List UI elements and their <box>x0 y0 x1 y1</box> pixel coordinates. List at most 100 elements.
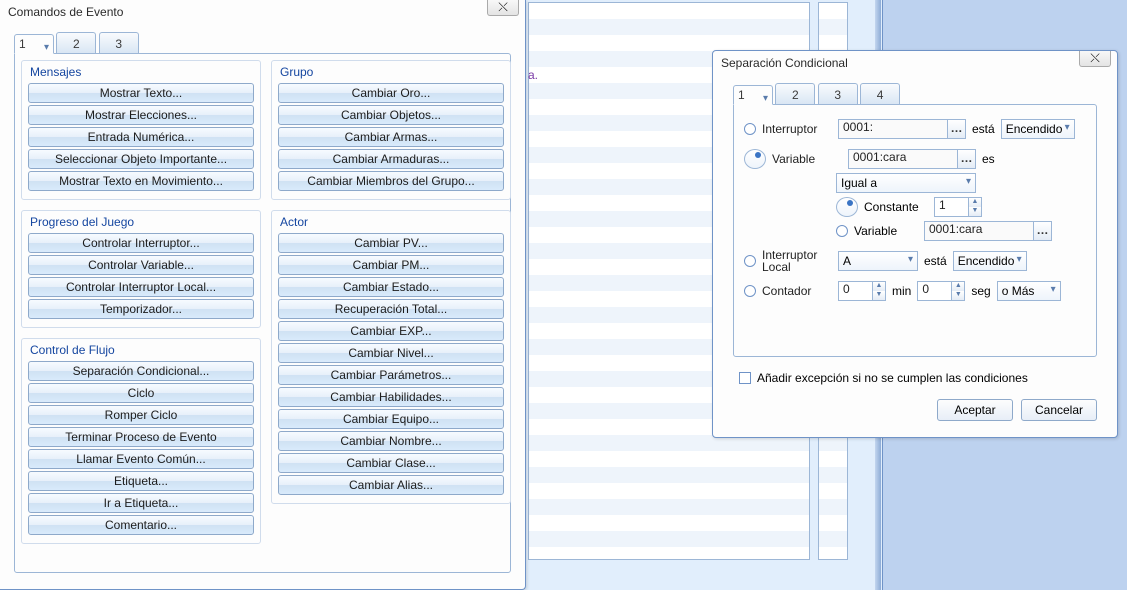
chevron-down-icon[interactable]: ▼ <box>952 291 964 300</box>
cmd-button[interactable]: Mostrar Texto en Movimiento... <box>28 171 254 191</box>
varref-label: Variable <box>854 224 918 238</box>
cmd-button[interactable]: Ciclo <box>28 383 254 403</box>
cmd-button[interactable]: Separación Condicional... <box>28 361 254 381</box>
cmd-button[interactable]: Cambiar Alias... <box>278 475 504 495</box>
cmd-button[interactable]: Romper Ciclo <box>28 405 254 425</box>
cmd-button[interactable]: Cambiar Clase... <box>278 453 504 473</box>
conditional-panel: Interruptor 0001:… está Encendido Variab… <box>733 104 1097 357</box>
event-commands-title: Comandos de Evento <box>8 2 485 22</box>
self-switch-select[interactable]: A <box>838 251 918 271</box>
is-label: está <box>972 122 995 136</box>
ellipsis-icon[interactable]: … <box>948 119 966 139</box>
cmd-button[interactable]: Cambiar Armas... <box>278 127 504 147</box>
else-checkbox[interactable] <box>739 372 751 384</box>
cmd-button[interactable]: Cambiar Oro... <box>278 83 504 103</box>
group-mensajes: Mensajes Mostrar Texto... Mostrar Elecci… <box>21 60 261 200</box>
radio-self-switch[interactable] <box>744 255 756 267</box>
chevron-up-icon[interactable]: ▲ <box>969 198 981 207</box>
ok-button[interactable]: Aceptar <box>937 399 1013 421</box>
row-switch: Interruptor 0001:… está Encendido <box>744 119 1086 139</box>
constant-spinner[interactable]: 1▲▼ <box>934 197 982 217</box>
cmd-button[interactable]: Ir a Etiqueta... <box>28 493 254 513</box>
cmd-button[interactable]: Cambiar PV... <box>278 233 504 253</box>
chevron-down-icon[interactable]: ▼ <box>969 207 981 216</box>
chevron-up-icon[interactable]: ▲ <box>952 282 964 291</box>
chevron-up-icon[interactable]: ▲ <box>873 282 885 291</box>
row-self-switch: Interruptor Local A está Encendido <box>744 249 1086 273</box>
cmd-button[interactable]: Recuperación Total... <box>278 299 504 319</box>
radio-switch[interactable] <box>744 123 756 135</box>
cmd-button[interactable]: Cambiar PM... <box>278 255 504 275</box>
cmd-button[interactable]: Mostrar Elecciones... <box>28 105 254 125</box>
cancel-button[interactable]: Cancelar <box>1021 399 1097 421</box>
is-label: es <box>982 152 995 166</box>
else-row: Añadir excepción si no se cumplen las co… <box>739 371 1028 385</box>
cmd-button[interactable]: Seleccionar Objeto Importante... <box>28 149 254 169</box>
ellipsis-icon[interactable]: … <box>1034 221 1052 241</box>
close-icon[interactable]: ⤬ <box>487 0 519 16</box>
timer-sec-spinner[interactable]: 0▲▼ <box>917 281 965 301</box>
group-title: Mensajes <box>30 65 254 79</box>
cmd-button[interactable]: Cambiar Armaduras... <box>278 149 504 169</box>
tab-4[interactable]: 4 <box>860 83 900 105</box>
timer-label: Contador <box>762 284 832 298</box>
cmd-button[interactable]: Cambiar Nivel... <box>278 343 504 363</box>
is-label: está <box>924 254 947 268</box>
cmd-button[interactable]: Mostrar Texto... <box>28 83 254 103</box>
tab-1[interactable]: 1 <box>733 85 773 105</box>
cmd-button[interactable]: Controlar Interruptor Local... <box>28 277 254 297</box>
switch-value[interactable]: 0001: <box>838 119 948 139</box>
variable-op-select[interactable]: Igual a <box>836 173 976 193</box>
variable-label: Variable <box>772 152 842 166</box>
cmd-button[interactable]: Comentario... <box>28 515 254 535</box>
radio-timer[interactable] <box>744 285 756 297</box>
self-switch-label: Interruptor Local <box>762 249 832 273</box>
cmd-button[interactable]: Cambiar Miembros del Grupo... <box>278 171 504 191</box>
cmd-button[interactable]: Temporizador... <box>28 299 254 319</box>
tab-3[interactable]: 3 <box>99 32 139 54</box>
radio-variable[interactable] <box>744 149 766 169</box>
group-title: Progreso del Juego <box>30 215 254 229</box>
group-grupo: Grupo Cambiar Oro... Cambiar Objetos... … <box>271 60 511 200</box>
cmd-button[interactable]: Cambiar Parámetros... <box>278 365 504 385</box>
dialog-buttons: Aceptar Cancelar <box>937 399 1097 421</box>
event-list-fragment: a. <box>528 68 538 82</box>
event-commands-dialog: Comandos de Evento ⤬ 1 2 3 Mensajes Most… <box>0 0 526 590</box>
cmd-button[interactable]: Cambiar Nombre... <box>278 431 504 451</box>
cmd-button[interactable]: Cambiar EXP... <box>278 321 504 341</box>
radio-constant[interactable] <box>836 197 858 217</box>
timer-cmp-select[interactable]: o Más <box>997 281 1061 301</box>
radio-varref[interactable] <box>836 225 848 237</box>
conditional-branch-dialog: Separación Condicional ⤬ 1 2 3 4 Interru… <box>712 50 1118 438</box>
ellipsis-icon[interactable]: … <box>958 149 976 169</box>
cmd-button[interactable]: Controlar Variable... <box>28 255 254 275</box>
cmd-button[interactable]: Entrada Numérica... <box>28 127 254 147</box>
cmd-button[interactable]: Llamar Evento Común... <box>28 449 254 469</box>
group-title: Actor <box>280 215 504 229</box>
close-icon[interactable]: ⤬ <box>1079 51 1111 67</box>
constant-label: Constante <box>864 200 928 214</box>
cmd-button[interactable]: Cambiar Equipo... <box>278 409 504 429</box>
chevron-down-icon[interactable]: ▼ <box>873 291 885 300</box>
row-variable: Variable 0001:cara… es <box>744 149 1086 169</box>
timer-min-spinner[interactable]: 0▲▼ <box>838 281 886 301</box>
row-timer: Contador 0▲▼ min 0▲▼ seg o Más <box>744 281 1086 301</box>
cmd-button[interactable]: Cambiar Habilidades... <box>278 387 504 407</box>
group-title: Control de Flujo <box>30 343 254 357</box>
group-flujo: Control de Flujo Separación Condicional.… <box>21 338 261 544</box>
tab-1[interactable]: 1 <box>14 34 54 54</box>
cmd-button[interactable]: Etiqueta... <box>28 471 254 491</box>
min-label: min <box>892 284 911 298</box>
cmd-button[interactable]: Controlar Interruptor... <box>28 233 254 253</box>
tab-3[interactable]: 3 <box>818 83 858 105</box>
varref-value[interactable]: 0001:cara <box>924 221 1034 241</box>
variable-value[interactable]: 0001:cara <box>848 149 958 169</box>
switch-state-select[interactable]: Encendido <box>1001 119 1075 139</box>
self-switch-state-select[interactable]: Encendido <box>953 251 1027 271</box>
cmd-button[interactable]: Cambiar Estado... <box>278 277 504 297</box>
group-progreso: Progreso del Juego Controlar Interruptor… <box>21 210 261 328</box>
tab-2[interactable]: 2 <box>56 32 96 54</box>
tab-2[interactable]: 2 <box>775 83 815 105</box>
cmd-button[interactable]: Cambiar Objetos... <box>278 105 504 125</box>
cmd-button[interactable]: Terminar Proceso de Evento <box>28 427 254 447</box>
